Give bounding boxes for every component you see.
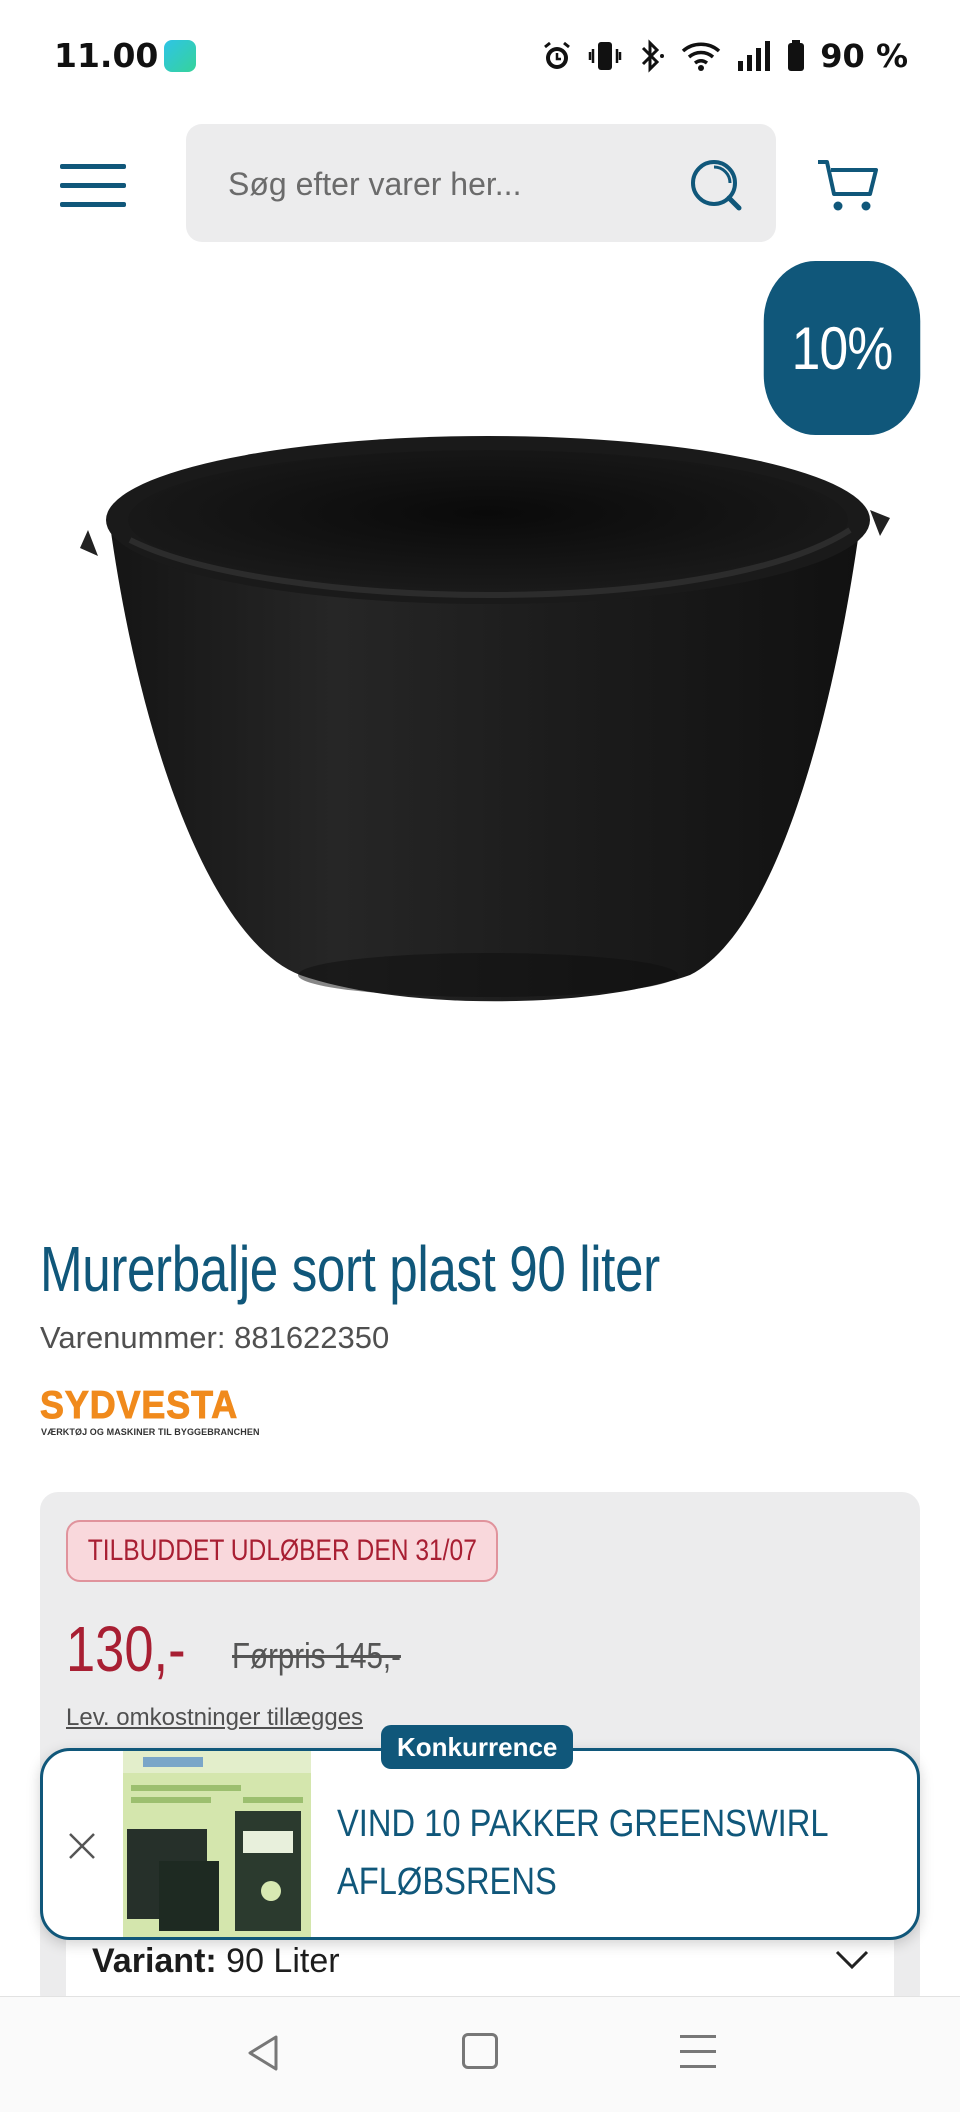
promo-headline-line1: VIND 10 PAKKER GREENSWIRL	[337, 1803, 829, 1845]
variant-value: 90 Liter	[226, 1942, 340, 1980]
nav-home-icon[interactable]	[462, 2033, 498, 2069]
variant-label-key: Variant:	[92, 1942, 217, 1980]
wifi-icon	[682, 42, 721, 71]
site-header	[0, 124, 960, 244]
cart-icon[interactable]	[816, 154, 880, 218]
search-bar[interactable]	[186, 124, 776, 242]
promo-product-image	[123, 1751, 311, 1937]
menu-icon[interactable]	[60, 164, 126, 208]
system-nav-bar	[0, 1996, 960, 2112]
old-price: Førpris 145,-	[232, 1635, 401, 1676]
nav-back-icon[interactable]	[244, 2033, 282, 2073]
variant-label: Variant: 90 Liter	[92, 1942, 340, 1981]
promo-popup[interactable]: Konkurrence VIND 10 PAKKER GREENSWIRL AF…	[40, 1725, 920, 1940]
product-sku: Varenummer: 881622350	[40, 1320, 390, 1355]
alarm-icon	[544, 41, 571, 69]
offer-expiry-text: TILBUDDET UDLØBER DEN 31/07	[87, 1534, 477, 1567]
status-icons: 90 %	[540, 34, 908, 78]
brand-logo[interactable]: SYDVESTA VÆRKTØJ OG MASKINER TIL BYGGEBR…	[40, 1384, 260, 1440]
nav-recents-icon[interactable]	[680, 2035, 716, 2069]
current-price: 130,-	[66, 1613, 186, 1685]
shipping-cost-link[interactable]: Lev. omkostninger tillægges	[66, 1704, 363, 1732]
vibrate-icon	[589, 42, 622, 70]
close-icon[interactable]	[67, 1831, 97, 1861]
bluetooth-icon	[642, 39, 665, 73]
search-icon[interactable]	[688, 157, 744, 213]
chevron-down-icon[interactable]	[834, 1948, 870, 1972]
product-image[interactable]	[70, 420, 900, 1020]
brand-name: SYDVESTA	[40, 1384, 239, 1428]
discount-badge: 10%	[763, 261, 921, 435]
promo-label: Konkurrence	[381, 1725, 574, 1769]
status-time: 11.00	[54, 36, 159, 75]
status-bar: 11.00 90 %	[0, 0, 960, 112]
battery-icon	[788, 40, 805, 71]
brand-tagline: VÆRKTØJ OG MASKINER TIL BYGGEBRANCHEN	[41, 1427, 260, 1437]
offer-expiry-tag: TILBUDDET UDLØBER DEN 31/07	[66, 1520, 498, 1582]
search-input[interactable]	[228, 162, 668, 206]
battery-level: 90 %	[820, 37, 908, 75]
promo-headline[interactable]: VIND 10 PAKKER GREENSWIRL AFLØBSRENS	[337, 1795, 829, 1911]
notification-app-icon	[164, 40, 196, 72]
product-page: 11.00 90 % 10%	[0, 0, 960, 2112]
product-title: Murerbalje sort plast 90 liter	[40, 1233, 660, 1305]
promo-headline-line2: AFLØBSRENS	[337, 1861, 557, 1903]
signal-icon	[738, 41, 771, 71]
